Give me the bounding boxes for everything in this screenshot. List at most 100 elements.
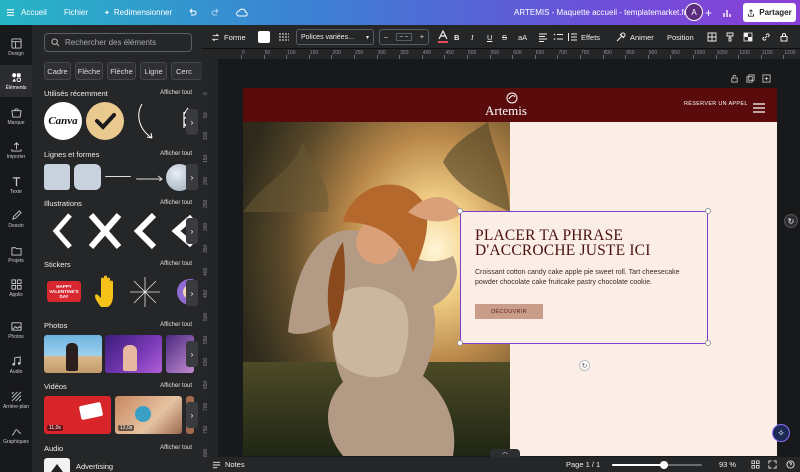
chevron-left-2-illustration[interactable] [130, 211, 162, 251]
font-select[interactable]: Polices variées... ▾ [296, 29, 374, 45]
undo-icon[interactable] [187, 0, 197, 25]
hero-headline[interactable]: PLACER TA PHRASE D'ACCROCHE JUSTE ICI [475, 228, 695, 259]
page-lock-icon[interactable] [730, 74, 739, 83]
redo-icon[interactable] [211, 0, 221, 25]
menu-icon[interactable] [6, 0, 15, 25]
rail-item-design[interactable]: Design [0, 31, 32, 63]
page-indicator[interactable]: Page 1 / 1 [566, 457, 600, 472]
recent-curve-arrow-icon[interactable] [134, 102, 158, 142]
resize-handle-br[interactable] [705, 340, 711, 346]
collapse-pages-chevron-icon[interactable]: ︿ [490, 449, 520, 457]
resize-handle-bl[interactable] [457, 340, 463, 346]
rail-item-arri-re-plan[interactable]: Arrière-plan [0, 384, 32, 416]
photo-beach[interactable] [44, 335, 102, 373]
zoom-slider-knob[interactable] [660, 461, 669, 469]
notes-button[interactable]: Notes [212, 457, 245, 472]
transparency-icon[interactable] [743, 25, 753, 49]
fullscreen-icon[interactable] [768, 457, 777, 472]
photo-party[interactable] [105, 335, 162, 373]
rail-item-applis[interactable]: Applis [0, 272, 32, 304]
photos-next-arrow[interactable]: › [186, 341, 198, 367]
audio-cover[interactable] [44, 458, 70, 472]
chip-ligne[interactable]: Ligne [140, 62, 167, 80]
chip-cadre[interactable]: Cadre [44, 62, 71, 80]
text-case-button[interactable]: aA [518, 25, 527, 49]
file-menu[interactable]: Fichier [64, 0, 88, 25]
chip-fleche-1[interactable]: Flèche [75, 62, 103, 80]
lock-icon[interactable] [779, 25, 789, 49]
shape-button[interactable]: Forme [211, 25, 246, 49]
see-all-audio[interactable]: Afficher tout [160, 445, 192, 451]
font-size-decrease[interactable]: – [384, 34, 388, 41]
valentine-sticker[interactable]: HAPPY VALENTINE'S DAY [46, 277, 82, 305]
italic-button[interactable]: I [471, 25, 474, 49]
arrow-line-shape[interactable] [136, 171, 164, 181]
see-all-illustrations[interactable]: Afficher tout [160, 200, 192, 206]
chip-cercle[interactable]: Cerc [171, 62, 202, 80]
rail-item-dessin[interactable]: Dessin [0, 203, 32, 235]
zoom-value[interactable]: 93 % [719, 457, 736, 472]
recent-check-icon[interactable] [86, 102, 124, 140]
resize-handle-tr[interactable] [705, 208, 711, 214]
chevron-left-illustration[interactable] [46, 211, 82, 251]
resize-button[interactable]: ✦ Redimensionner [104, 0, 172, 25]
grid-icon[interactable] [707, 25, 717, 49]
animate-button[interactable]: Animer [616, 25, 654, 49]
recent-canva-logo[interactable]: Canva [44, 102, 82, 140]
video-red[interactable]: 11,0s [44, 396, 111, 434]
rail-item-texte[interactable]: Texte [0, 169, 32, 201]
duplicate-page-icon[interactable] [746, 73, 755, 83]
lines-next-arrow[interactable]: › [186, 164, 198, 190]
rotate-handle-icon[interactable]: ↻ [579, 360, 590, 371]
avatar[interactable]: A [685, 3, 703, 21]
cloud-save-icon[interactable] [236, 0, 248, 25]
fill-color-swatch[interactable] [258, 31, 270, 43]
font-size-value[interactable]: – – [395, 33, 413, 41]
rail-item-graphiques[interactable]: Graphiques [0, 419, 32, 451]
add-collaborator-icon[interactable]: + [705, 0, 712, 25]
video-craft[interactable]: 12,0s [115, 396, 182, 434]
line-shape[interactable] [105, 176, 131, 177]
square-shape[interactable] [44, 164, 70, 190]
site-header[interactable]: Artemis RÉSERVER UN APPEL [243, 88, 777, 122]
site-logo[interactable]: Artemis [485, 103, 527, 119]
discover-button[interactable]: DÉCOUVRIR [475, 304, 543, 319]
nav-cta[interactable]: RÉSERVER UN APPEL [684, 101, 748, 107]
bold-button[interactable]: B [454, 25, 459, 49]
share-button[interactable]: Partager [743, 3, 796, 22]
rail-item-projets[interactable]: Projets [0, 238, 32, 270]
see-all-videos[interactable]: Afficher tout [160, 383, 192, 389]
font-size-increase[interactable]: + [420, 34, 424, 41]
strikethrough-button[interactable]: S [502, 25, 507, 49]
align-button[interactable] [538, 25, 548, 49]
hero-text-box[interactable]: PLACER TA PHRASE D'ACCROCHE JUSTE ICI Cr… [460, 211, 708, 344]
stickers-next-arrow[interactable]: › [186, 280, 198, 306]
recent-next-arrow[interactable]: › [186, 109, 198, 135]
see-all-lines[interactable]: Afficher tout [160, 151, 192, 157]
copy-style-icon[interactable] [725, 25, 735, 49]
rail-item--l-ments[interactable]: Éléments [0, 65, 32, 97]
add-page-icon[interactable] [762, 73, 771, 83]
position-button[interactable]: Position [667, 25, 694, 49]
spacing-button[interactable] [567, 25, 577, 49]
sparkle-sticker[interactable] [128, 275, 162, 309]
pages-grid-icon[interactable] [751, 457, 760, 472]
font-size-stepper[interactable]: – – – + [379, 29, 429, 45]
hand-sticker[interactable] [92, 273, 122, 309]
rounded-square-shape[interactable] [74, 164, 101, 190]
illustrations-next-arrow[interactable]: › [186, 218, 198, 244]
list-button[interactable] [553, 25, 563, 49]
hero-body-text[interactable]: Croissant cotton candy cake apple pie sw… [475, 268, 700, 287]
cross-illustration[interactable] [86, 211, 124, 251]
refresh-icon[interactable]: ↻ [784, 214, 798, 228]
rail-item-photos[interactable]: Photos [0, 314, 32, 346]
document-title[interactable]: ARTEMIS - Maquette accueil - templatemar… [514, 0, 686, 25]
audio-title[interactable]: Advertising [76, 462, 113, 471]
search-input[interactable]: Rechercher des éléments [44, 33, 192, 52]
hamburger-icon[interactable] [753, 100, 765, 113]
resize-handle-tl[interactable] [457, 208, 463, 214]
see-all-photos[interactable]: Afficher tout [160, 322, 192, 328]
design-page[interactable]: Artemis RÉSERVER UN APPEL PLACER TA PHRA… [243, 88, 777, 456]
rail-item-audio[interactable]: Audio [0, 349, 32, 381]
underline-button[interactable]: U [487, 25, 492, 49]
